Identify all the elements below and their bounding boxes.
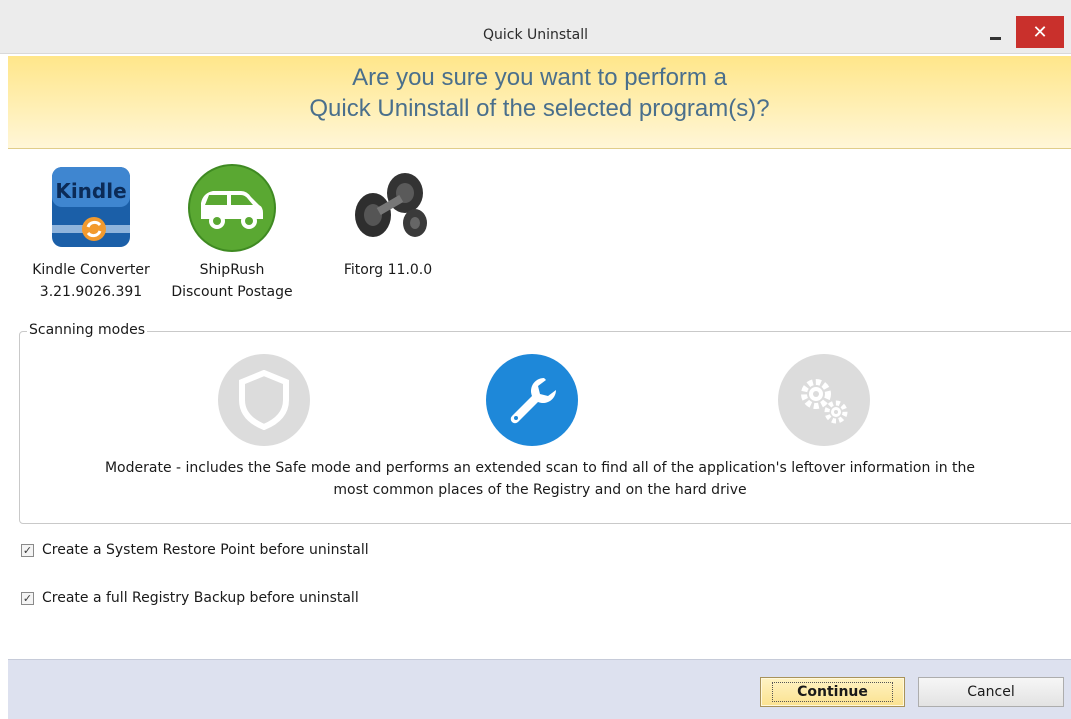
minimize-icon <box>989 37 1001 40</box>
kindle-icon: Kindle <box>46 163 136 253</box>
program-name: Kindle Converter <box>32 262 150 278</box>
continue-label: Continue <box>772 682 893 702</box>
restore-point-label: Create a System Restore Point before uni… <box>42 542 369 558</box>
program-item: Kindle Kindle Converter 3.21.9026.391 <box>16 163 166 303</box>
program-name: ShipRush <box>199 262 265 278</box>
footer-bar <box>8 659 1071 719</box>
program-name: Fitorg 11.0.0 <box>343 262 433 278</box>
checkbox-check-icon: ✓ <box>21 543 34 557</box>
program-item: ShipRush Discount Postage <box>157 163 307 303</box>
registry-backup-checkbox[interactable]: ✓ Create a full Registry Backup before u… <box>21 590 359 606</box>
advanced-mode-button[interactable] <box>778 354 870 446</box>
registry-backup-label: Create a full Registry Backup before uni… <box>42 590 359 606</box>
restore-point-checkbox[interactable]: ✓ Create a System Restore Point before u… <box>21 542 369 558</box>
program-version: 3.21.9026.391 <box>39 284 143 300</box>
kindle-icon-text: Kindle <box>55 179 126 203</box>
checkbox-check-icon: ✓ <box>21 591 34 605</box>
mode-description: Moderate - includes the Safe mode and pe… <box>20 457 1060 501</box>
gears-icon <box>801 379 848 424</box>
shield-icon <box>239 370 289 430</box>
mode-description-line-1: Moderate - includes the Safe mode and pe… <box>104 460 976 476</box>
program-version: Discount Postage <box>171 284 293 300</box>
close-button[interactable]: ✕ <box>1016 16 1064 48</box>
dumbbell-icon <box>343 163 433 253</box>
continue-button[interactable]: Continue <box>760 677 905 707</box>
mode-description-line-2: most common places of the Registry and o… <box>333 482 747 498</box>
car-icon <box>187 163 277 253</box>
scanning-modes-label: Scanning modes <box>27 322 148 338</box>
scanning-modes-group: Scanning modes Moderate - includes the S… <box>19 322 1071 524</box>
banner-line-2: Quick Uninstall of the selected program(… <box>309 95 770 122</box>
wrench-icon <box>510 378 556 424</box>
close-icon: ✕ <box>1032 21 1048 43</box>
cancel-button[interactable]: Cancel <box>918 677 1064 707</box>
cancel-label: Cancel <box>967 684 1015 700</box>
window-title: Quick Uninstall <box>482 27 589 43</box>
title-bar: Quick Uninstall <box>0 0 1071 54</box>
program-item: Fitorg 11.0.0 <box>313 163 463 281</box>
banner-line-1: Are you sure you want to perform a <box>352 64 727 91</box>
moderate-mode-button[interactable] <box>486 354 578 446</box>
safe-mode-button[interactable] <box>218 354 310 446</box>
minimize-button[interactable] <box>973 18 1017 48</box>
confirmation-banner: Are you sure you want to perform a Quick… <box>8 56 1071 149</box>
